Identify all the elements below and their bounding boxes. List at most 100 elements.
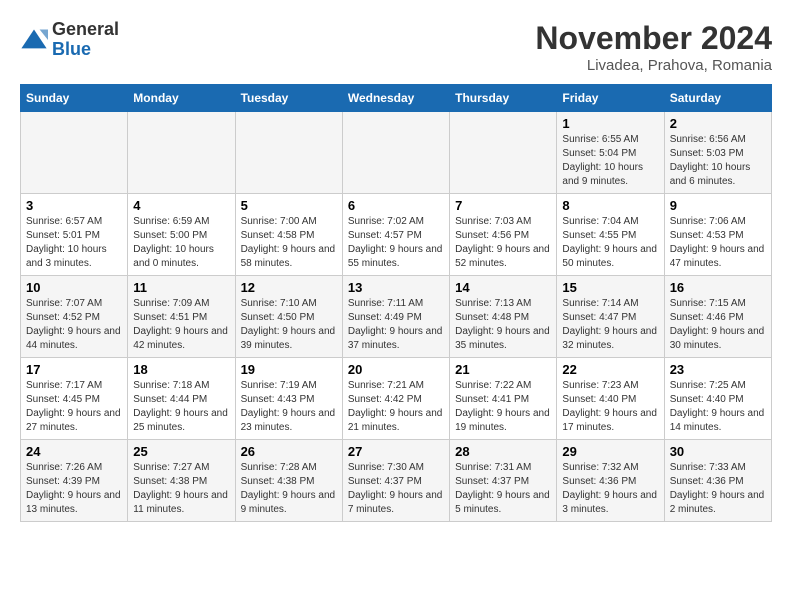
col-header-sunday: Sunday xyxy=(21,85,128,112)
calendar-cell: 10 Sunrise: 7:07 AMSunset: 4:52 PMDayligh… xyxy=(21,276,128,358)
day-number: 3 xyxy=(26,198,122,213)
day-info: Sunrise: 7:11 AMSunset: 4:49 PMDaylight:… xyxy=(348,297,444,353)
day-info: Sunrise: 7:00 AMSunset: 4:58 PMDaylight:… xyxy=(241,215,337,271)
day-info: Sunrise: 7:19 AMSunset: 4:43 PMDaylight:… xyxy=(241,379,337,435)
calendar-cell xyxy=(450,112,557,194)
day-number: 22 xyxy=(562,362,658,377)
day-info: Sunrise: 7:04 AMSunset: 4:55 PMDaylight:… xyxy=(562,215,658,271)
day-info: Sunrise: 7:32 AMSunset: 4:36 PMDaylight:… xyxy=(562,461,658,517)
col-header-friday: Friday xyxy=(557,85,664,112)
day-info: Sunrise: 7:33 AMSunset: 4:36 PMDaylight:… xyxy=(670,461,766,517)
day-number: 30 xyxy=(670,444,766,459)
day-number: 21 xyxy=(455,362,551,377)
day-info: Sunrise: 7:03 AMSunset: 4:56 PMDaylight:… xyxy=(455,215,551,271)
day-number: 4 xyxy=(133,198,229,213)
day-info: Sunrise: 6:55 AMSunset: 5:04 PMDaylight:… xyxy=(562,133,658,189)
day-number: 28 xyxy=(455,444,551,459)
logo: General Blue xyxy=(20,20,119,60)
col-header-tuesday: Tuesday xyxy=(235,85,342,112)
calendar-cell: 29 Sunrise: 7:32 AMSunset: 4:36 PMDayligh… xyxy=(557,440,664,522)
calendar-week-2: 3 Sunrise: 6:57 AMSunset: 5:01 PMDaylight… xyxy=(21,194,772,276)
day-number: 13 xyxy=(348,280,444,295)
calendar-cell: 22 Sunrise: 7:23 AMSunset: 4:40 PMDayligh… xyxy=(557,358,664,440)
header-row: SundayMondayTuesdayWednesdayThursdayFrid… xyxy=(21,85,772,112)
calendar-week-1: 1 Sunrise: 6:55 AMSunset: 5:04 PMDaylight… xyxy=(21,112,772,194)
calendar-cell: 15 Sunrise: 7:14 AMSunset: 4:47 PMDayligh… xyxy=(557,276,664,358)
col-header-wednesday: Wednesday xyxy=(342,85,449,112)
day-number: 15 xyxy=(562,280,658,295)
day-number: 18 xyxy=(133,362,229,377)
day-info: Sunrise: 7:09 AMSunset: 4:51 PMDaylight:… xyxy=(133,297,229,353)
calendar-week-5: 24 Sunrise: 7:26 AMSunset: 4:39 PMDayligh… xyxy=(21,440,772,522)
day-number: 6 xyxy=(348,198,444,213)
calendar-cell: 7 Sunrise: 7:03 AMSunset: 4:56 PMDaylight… xyxy=(450,194,557,276)
calendar-cell: 24 Sunrise: 7:26 AMSunset: 4:39 PMDayligh… xyxy=(21,440,128,522)
day-info: Sunrise: 6:57 AMSunset: 5:01 PMDaylight:… xyxy=(26,215,122,271)
calendar-cell: 5 Sunrise: 7:00 AMSunset: 4:58 PMDaylight… xyxy=(235,194,342,276)
day-number: 26 xyxy=(241,444,337,459)
calendar-cell: 2 Sunrise: 6:56 AMSunset: 5:03 PMDaylight… xyxy=(664,112,771,194)
logo-icon xyxy=(20,26,48,54)
calendar-cell xyxy=(128,112,235,194)
day-info: Sunrise: 7:17 AMSunset: 4:45 PMDaylight:… xyxy=(26,379,122,435)
day-number: 19 xyxy=(241,362,337,377)
calendar-cell: 26 Sunrise: 7:28 AMSunset: 4:38 PMDayligh… xyxy=(235,440,342,522)
calendar-cell: 27 Sunrise: 7:30 AMSunset: 4:37 PMDayligh… xyxy=(342,440,449,522)
day-number: 25 xyxy=(133,444,229,459)
day-info: Sunrise: 7:13 AMSunset: 4:48 PMDaylight:… xyxy=(455,297,551,353)
calendar-cell xyxy=(235,112,342,194)
col-header-saturday: Saturday xyxy=(664,85,771,112)
day-number: 1 xyxy=(562,116,658,131)
page-subtitle: Livadea, Prahova, Romania xyxy=(535,57,772,74)
day-info: Sunrise: 7:31 AMSunset: 4:37 PMDaylight:… xyxy=(455,461,551,517)
calendar-week-3: 10 Sunrise: 7:07 AMSunset: 4:52 PMDayligh… xyxy=(21,276,772,358)
calendar-cell: 21 Sunrise: 7:22 AMSunset: 4:41 PMDayligh… xyxy=(450,358,557,440)
day-info: Sunrise: 7:14 AMSunset: 4:47 PMDaylight:… xyxy=(562,297,658,353)
calendar-cell: 12Sunrise: 7:10 AMSunset: 4:50 PMDayligh… xyxy=(235,276,342,358)
day-info: Sunrise: 7:28 AMSunset: 4:38 PMDaylight:… xyxy=(241,461,337,517)
page-title: November 2024 xyxy=(535,20,772,57)
calendar-cell: 11 Sunrise: 7:09 AMSunset: 4:51 PMDayligh… xyxy=(128,276,235,358)
day-number: 20 xyxy=(348,362,444,377)
day-info: Sunrise: 7:27 AMSunset: 4:38 PMDaylight:… xyxy=(133,461,229,517)
day-info: Sunrise: 7:18 AMSunset: 4:44 PMDaylight:… xyxy=(133,379,229,435)
logo-general-text: General xyxy=(52,20,119,40)
day-number: 14 xyxy=(455,280,551,295)
day-info: Sunrise: 7:30 AMSunset: 4:37 PMDaylight:… xyxy=(348,461,444,517)
day-info: Sunrise: 7:23 AMSunset: 4:40 PMDaylight:… xyxy=(562,379,658,435)
day-info: Sunrise: 7:25 AMSunset: 4:40 PMDaylight:… xyxy=(670,379,766,435)
day-number: 2 xyxy=(670,116,766,131)
calendar-cell: 9Sunrise: 7:06 AMSunset: 4:53 PMDaylight… xyxy=(664,194,771,276)
title-area: November 2024 Livadea, Prahova, Romania xyxy=(535,20,772,74)
day-info: Sunrise: 7:07 AMSunset: 4:52 PMDaylight:… xyxy=(26,297,122,353)
day-number: 16 xyxy=(670,280,766,295)
header: General Blue November 2024 Livadea, Prah… xyxy=(20,20,772,74)
calendar-cell: 3 Sunrise: 6:57 AMSunset: 5:01 PMDaylight… xyxy=(21,194,128,276)
calendar-cell: 14 Sunrise: 7:13 AMSunset: 4:48 PMDayligh… xyxy=(450,276,557,358)
day-number: 17 xyxy=(26,362,122,377)
day-info: Sunrise: 7:22 AMSunset: 4:41 PMDaylight:… xyxy=(455,379,551,435)
day-info: Sunrise: 7:21 AMSunset: 4:42 PMDaylight:… xyxy=(348,379,444,435)
day-number: 7 xyxy=(455,198,551,213)
day-info: Sunrise: 7:15 AMSunset: 4:46 PMDaylight:… xyxy=(670,297,766,353)
calendar-cell: 18 Sunrise: 7:18 AMSunset: 4:44 PMDayligh… xyxy=(128,358,235,440)
calendar-cell: 28 Sunrise: 7:31 AMSunset: 4:37 PMDayligh… xyxy=(450,440,557,522)
day-info: Sunrise: 7:10 AMSunset: 4:50 PMDaylight:… xyxy=(241,297,337,353)
day-number: 29 xyxy=(562,444,658,459)
calendar-cell: 8Sunrise: 7:04 AMSunset: 4:55 PMDaylight… xyxy=(557,194,664,276)
calendar-cell: 16 Sunrise: 7:15 AMSunset: 4:46 PMDayligh… xyxy=(664,276,771,358)
day-number: 5 xyxy=(241,198,337,213)
day-info: Sunrise: 6:56 AMSunset: 5:03 PMDaylight:… xyxy=(670,133,766,189)
day-number: 11 xyxy=(133,280,229,295)
day-number: 10 xyxy=(26,280,122,295)
calendar-header: SundayMondayTuesdayWednesdayThursdayFrid… xyxy=(21,85,772,112)
day-number: 24 xyxy=(26,444,122,459)
calendar-cell: 1 Sunrise: 6:55 AMSunset: 5:04 PMDaylight… xyxy=(557,112,664,194)
calendar-cell: 13 Sunrise: 7:11 AMSunset: 4:49 PMDayligh… xyxy=(342,276,449,358)
day-info: Sunrise: 7:06 AMSunset: 4:53 PMDaylight:… xyxy=(670,215,766,271)
day-info: Sunrise: 7:26 AMSunset: 4:39 PMDaylight:… xyxy=(26,461,122,517)
calendar-cell: 23Sunrise: 7:25 AMSunset: 4:40 PMDayligh… xyxy=(664,358,771,440)
day-info: Sunrise: 6:59 AMSunset: 5:00 PMDaylight:… xyxy=(133,215,229,271)
day-number: 27 xyxy=(348,444,444,459)
logo-text: General Blue xyxy=(52,20,119,60)
